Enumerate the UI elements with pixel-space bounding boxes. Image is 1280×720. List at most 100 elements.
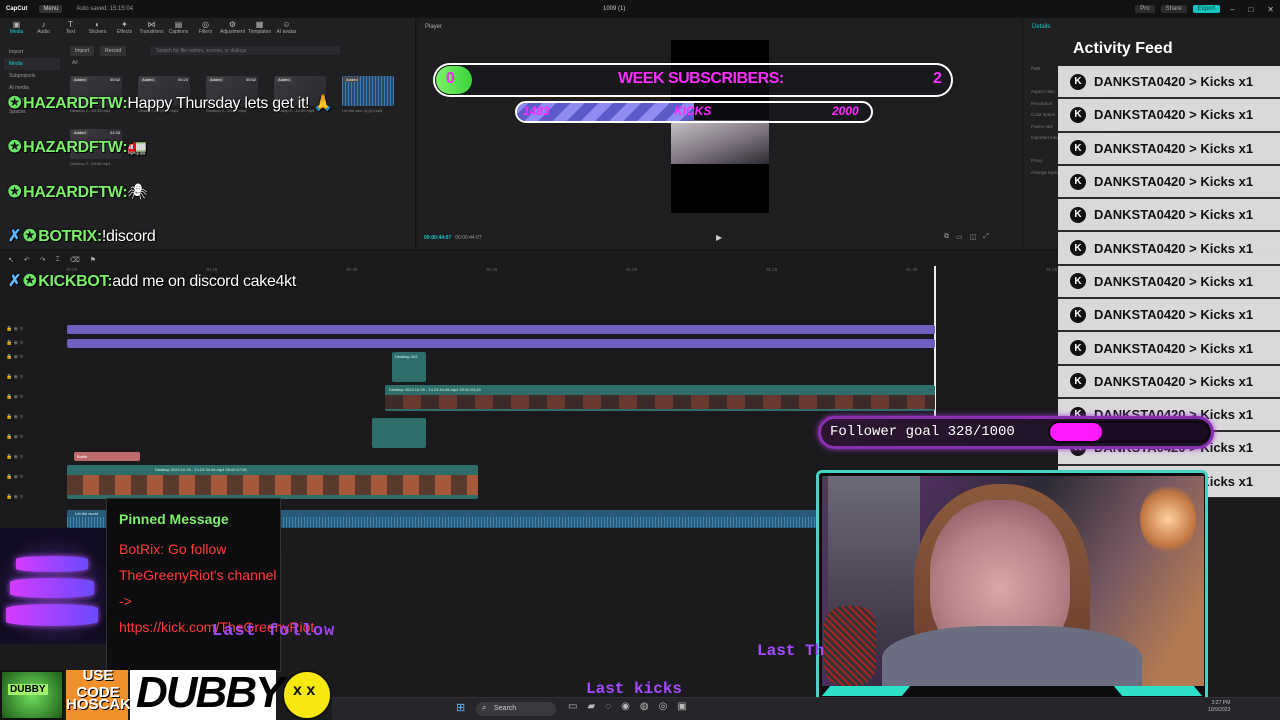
last-kicks-label: Last kicks <box>586 680 683 698</box>
tab-filters[interactable]: ◎ Filters <box>193 20 218 35</box>
ratio-icon[interactable]: ▭ <box>956 233 963 241</box>
track-control-icons[interactable]: 🔒 ◉ ⊙ <box>6 434 24 454</box>
follower-goal-fill <box>1050 423 1102 441</box>
tab-audio[interactable]: ♪ Audio <box>31 20 56 35</box>
media-side-item[interactable]: Import <box>4 46 60 58</box>
play-icon[interactable]: ▶ <box>716 233 722 242</box>
tab-label: Adjustment <box>220 29 246 35</box>
chat-text: 🚛 <box>127 139 147 156</box>
kick-icon: K <box>1070 273 1086 290</box>
follower-goal-text: Follower goal 328/1000 <box>830 424 1015 440</box>
chat-message: ✪ HAZARDFTW:🕷 <box>8 184 148 201</box>
track-control-icons[interactable]: 🔒 ◉ ⊙ <box>6 474 24 494</box>
delete-icon[interactable]: ⌫ <box>70 256 80 264</box>
chrome-icon[interactable]: ◉ <box>621 701 630 712</box>
clip-label: Let the world <box>75 511 98 516</box>
details-title: Details <box>1032 24 1051 30</box>
maximize-icon[interactable]: □ <box>1248 5 1253 14</box>
activity-item: K DANKSTA0420 > Kicks x1 <box>1058 232 1280 266</box>
activity-text: DANKSTA0420 > Kicks x1 <box>1094 107 1254 123</box>
close-icon[interactable]: ✕ <box>1267 5 1274 14</box>
record-button[interactable]: Record <box>100 46 127 56</box>
timeline-clip[interactable]: Desktop 2023.10.09 - 14.23.34.06.mp4 00:… <box>385 385 935 411</box>
timeline-track-overlay[interactable] <box>67 325 935 334</box>
track-control-icons[interactable]: 🔒 ◉ ⊙ <box>6 326 24 340</box>
timeline-clip[interactable]: Desktop 202 <box>392 352 426 382</box>
tab-icon: ◎ <box>202 20 209 29</box>
track-control-icons[interactable]: 🔒 ◉ ⊙ <box>6 454 24 474</box>
chat-user: HAZARDFTW <box>23 184 123 201</box>
chat-text: add me on discord cake4kt <box>112 273 296 290</box>
track-control-icons[interactable]: 🔒 ◉ ⊙ <box>6 340 24 354</box>
webcam-accent <box>1113 686 1203 696</box>
media-filter[interactable]: All <box>72 60 78 66</box>
timeline-track-overlay[interactable] <box>67 339 935 348</box>
thumb-badge: Added <box>140 77 156 82</box>
menu-button[interactable]: Menu <box>39 5 63 13</box>
quality-icon[interactable]: ◫ <box>970 233 977 241</box>
tab-media[interactable]: ▣ Media <box>4 20 29 35</box>
taskbar-search[interactable]: Search <box>476 702 556 716</box>
timeline-text-clip[interactable]: Bottle <box>74 452 140 461</box>
tab-adjustment[interactable]: ⚙ Adjustment <box>220 20 245 35</box>
file-explorer-icon[interactable]: ▰ <box>587 701 595 712</box>
discord-icon[interactable]: ◍ <box>640 701 649 712</box>
tab-text[interactable]: T Text <box>58 20 83 35</box>
tab-label: Templates <box>248 29 271 35</box>
tab-icon: ▤ <box>174 20 183 29</box>
task-view-icon[interactable]: ▭ <box>568 701 577 712</box>
media-side-item[interactable]: Media <box>4 58 60 70</box>
activity-text: DANKSTA0420 > Kicks x1 <box>1094 74 1254 90</box>
activity-item: K DANKSTA0420 > Kicks x1 <box>1058 299 1280 333</box>
import-button[interactable]: Import <box>70 46 95 56</box>
thumb-badge: Added <box>72 77 88 82</box>
subs-start-value: 0 <box>446 70 455 87</box>
sword-icon: ✗ <box>8 228 22 245</box>
pinned-message-title: Pinned Message <box>119 511 229 527</box>
select-icon[interactable]: ↖ <box>8 256 14 264</box>
track-control-icons[interactable]: 🔒 ◉ ⊙ <box>6 354 24 374</box>
taskbar-clock: 3:27 PM 10/9/2023 <box>1208 700 1230 714</box>
share-button[interactable]: Share <box>1160 5 1187 13</box>
activity-item: K DANKSTA0420 > Kicks x1 <box>1058 165 1280 200</box>
tab-transitions[interactable]: ⋈ Transitions <box>139 20 164 35</box>
media-side-item[interactable]: Subprojects <box>4 70 60 82</box>
app-logo: CapCut <box>6 6 28 12</box>
windows-start-icon[interactable]: ⊞ <box>456 701 465 714</box>
redo-icon[interactable]: ↷ <box>40 256 46 264</box>
capcut-icon[interactable]: ▣ <box>677 701 686 712</box>
media-search-input[interactable]: Search for file names, scenes, or dialog… <box>150 46 340 55</box>
track-control-icons[interactable]: 🔒 ◉ ⊙ <box>6 494 24 514</box>
clip-label: Bottle <box>77 454 88 459</box>
crop-icon[interactable]: ⧉ <box>944 233 949 241</box>
tab-ai-avatar[interactable]: ☺ AI avatar <box>274 20 299 35</box>
timeline-clip[interactable]: Desktop 2023.10.09 - 14.23.34.06.mp4 00:… <box>67 465 478 499</box>
timeline-clip[interactable] <box>372 418 426 448</box>
tab-effects[interactable]: ✦ Effects <box>112 20 137 35</box>
fullscreen-icon[interactable]: ⤢ <box>983 233 989 241</box>
last-follow-label: Last follow <box>212 622 336 641</box>
track-control-icons[interactable]: 🔒 ◉ ⊙ <box>6 374 24 394</box>
tab-icon: ♪ <box>41 20 46 29</box>
undo-icon[interactable]: ↶ <box>24 256 30 264</box>
edge-icon[interactable]: ◌ <box>605 701 611 712</box>
pro-button[interactable]: Pro <box>1135 5 1155 13</box>
tab-captions[interactable]: ▤ Captions <box>166 20 191 35</box>
marker-icon[interactable]: ⚑ <box>90 256 96 264</box>
track-control-icons[interactable]: 🔒 ◉ ⊙ <box>6 394 24 414</box>
media-thumb[interactable]: Added Let the wor...t} (1).mp3 <box>342 76 394 113</box>
tab-stickers[interactable]: ◐ Stickers <box>85 20 110 35</box>
tab-templates[interactable]: ▦ Templates <box>247 20 272 35</box>
obs-icon[interactable]: ◎ <box>659 701 668 712</box>
minimize-icon[interactable]: – <box>1230 5 1234 14</box>
split-icon[interactable]: ⌶ <box>56 256 60 264</box>
kick-icon: K <box>1070 240 1086 257</box>
tab-label: Transitions <box>139 29 164 35</box>
current-time: 00:00:44:07 <box>424 235 452 241</box>
export-button[interactable]: Export <box>1192 5 1220 13</box>
mod-badge-icon: ✪ <box>8 184 22 201</box>
track-control-icons[interactable]: 🔒 ◉ ⊙ <box>6 414 24 434</box>
activity-item: K DANKSTA0420 > Kicks x1 <box>1058 66 1280 100</box>
activity-item: K DANKSTA0420 > Kicks x1 <box>1058 265 1280 300</box>
tab-label: AI avatar <box>276 29 297 35</box>
